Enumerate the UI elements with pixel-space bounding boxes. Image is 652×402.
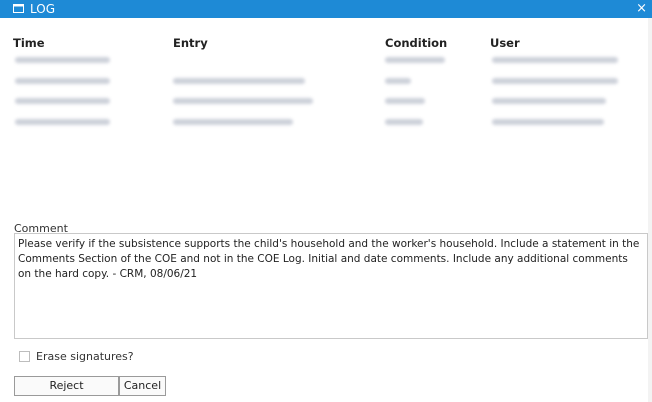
column-header-time[interactable]: Time: [13, 36, 45, 50]
erase-signatures-checkbox[interactable]: [19, 351, 30, 362]
user-cell: [492, 119, 604, 125]
condition-cell: [385, 119, 423, 125]
condition-cell: [385, 78, 411, 84]
table-row[interactable]: [0, 75, 652, 89]
time-cell: [15, 98, 110, 104]
time-cell: [15, 57, 110, 63]
column-header-condition[interactable]: Condition: [385, 36, 447, 50]
table-row[interactable]: [0, 95, 652, 109]
entry-cell: [173, 78, 305, 84]
user-cell: [492, 98, 606, 104]
column-header-entry[interactable]: Entry: [173, 36, 208, 50]
time-cell: [15, 119, 110, 125]
comment-textarea[interactable]: Please verify if the subsistence support…: [14, 233, 648, 339]
table-row[interactable]: [0, 54, 652, 68]
entry-cell: [173, 119, 293, 125]
condition-cell: [385, 98, 425, 104]
table-row[interactable]: [0, 116, 652, 130]
reject-button[interactable]: Reject: [14, 376, 119, 396]
scrollbar-track[interactable]: [648, 18, 652, 402]
entry-cell: [173, 98, 313, 104]
condition-cell: [385, 57, 445, 63]
cancel-button[interactable]: Cancel: [119, 376, 166, 396]
time-cell: [15, 78, 110, 84]
title-bar: LOG ×: [0, 0, 652, 18]
column-header-user[interactable]: User: [490, 36, 520, 50]
user-cell: [492, 78, 618, 84]
erase-signatures-label[interactable]: Erase signatures?: [36, 350, 134, 363]
user-cell: [492, 57, 618, 63]
window-icon: [13, 4, 24, 13]
dialog-title: LOG: [30, 2, 56, 16]
log-dialog: LOG × Time Entry Condition User Comment …: [0, 0, 652, 402]
close-icon[interactable]: ×: [636, 0, 647, 17]
comment-text: Please verify if the subsistence support…: [18, 238, 640, 280]
